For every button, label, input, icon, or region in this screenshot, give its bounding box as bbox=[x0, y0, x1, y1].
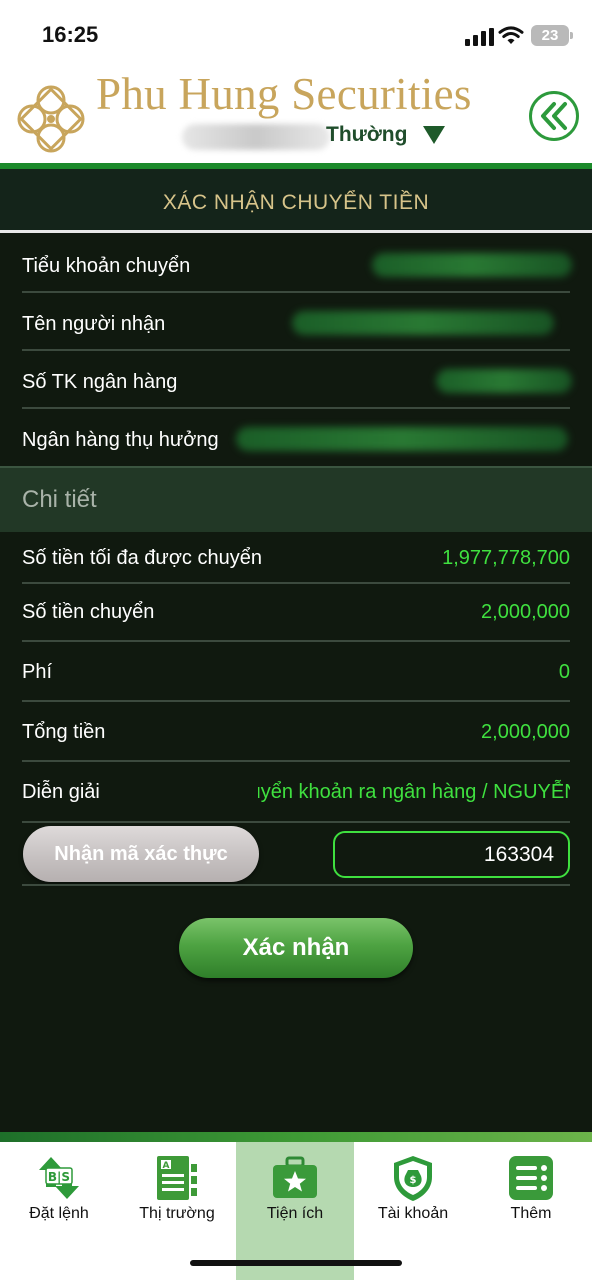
otp-input[interactable]: 163304 bbox=[333, 831, 570, 878]
nav-item-dat-lenh[interactable]: B|S Đặt lệnh bbox=[0, 1142, 118, 1280]
row-divider bbox=[22, 884, 570, 886]
buy-sell-arrows-icon: B|S bbox=[39, 1157, 79, 1199]
row-label: Phí bbox=[22, 661, 53, 683]
app-header: Phu Hung Securities Thường bbox=[0, 62, 592, 164]
row-bank-account-number: Số TK ngân hàng bbox=[0, 351, 592, 409]
bottom-nav-divider bbox=[0, 1132, 592, 1142]
price-board-icon: A bbox=[157, 1156, 197, 1200]
row-recipient-name: Tên người nhận bbox=[0, 293, 592, 351]
page-title-bar: XÁC NHẬN CHUYỂN TIỀN bbox=[0, 169, 592, 233]
row-label: Tổng tiền bbox=[22, 721, 106, 743]
row-label: Diễn giải bbox=[22, 781, 100, 803]
row-max-transfer: Số tiền tối đa được chuyển 1,977,778,700 bbox=[0, 532, 592, 584]
row-label: Số tiền chuyển bbox=[22, 601, 155, 623]
main-content: XÁC NHẬN CHUYỂN TIỀN Tiểu khoản chuyển T… bbox=[0, 169, 592, 1132]
masked-value bbox=[236, 427, 568, 451]
row-total: Tổng tiền 2,000,000 bbox=[0, 702, 592, 762]
nav-label: Thêm bbox=[510, 1205, 552, 1222]
back-button[interactable] bbox=[529, 91, 579, 141]
row-label: Số tiền tối đa được chuyển bbox=[22, 547, 262, 569]
cellular-signal-icon bbox=[465, 28, 495, 46]
nav-label: Tiện ích bbox=[266, 1205, 324, 1222]
nav-label: Đặt lệnh bbox=[29, 1205, 89, 1222]
nav-label: Tài khoản bbox=[377, 1205, 449, 1222]
row-beneficiary-bank: Ngân hàng thụ hưởng bbox=[0, 409, 592, 466]
battery-icon: 23 bbox=[531, 25, 573, 46]
masked-value bbox=[372, 253, 572, 277]
row-label: Ngân hàng thụ hưởng bbox=[22, 429, 219, 451]
account-number-masked[interactable] bbox=[182, 124, 330, 150]
row-description: Diễn giải Chuyển khoản ra ngân hàng / NG… bbox=[0, 762, 592, 824]
row-label: Tiểu khoản chuyển bbox=[22, 255, 191, 277]
status-time: 16:25 bbox=[42, 22, 99, 47]
double-chevron-left-icon bbox=[541, 102, 567, 130]
status-bar: 16:25 23 bbox=[0, 0, 592, 62]
account-type-label[interactable]: Thường bbox=[326, 123, 407, 147]
page-title: XÁC NHẬN CHUYỂN TIỀN bbox=[162, 191, 430, 214]
get-otp-button[interactable]: Nhận mã xác thực bbox=[23, 826, 259, 882]
wifi-icon bbox=[498, 26, 524, 44]
row-fee: Phí 0 bbox=[0, 642, 592, 702]
row-label: Số TK ngân hàng bbox=[22, 371, 178, 393]
shield-money-icon: $ bbox=[394, 1156, 432, 1201]
row-label: Tên người nhận bbox=[22, 313, 166, 335]
toolbox-star-icon bbox=[273, 1156, 317, 1198]
row-value: 0 bbox=[558, 661, 570, 683]
caret-down-icon[interactable] bbox=[423, 126, 445, 144]
confirm-button[interactable]: Xác nhận bbox=[179, 918, 413, 978]
menu-list-icon bbox=[509, 1156, 553, 1200]
row-value: Chuyển khoản ra ngân hàng / NGUYỄN HỒ bbox=[258, 781, 570, 803]
brand-logo bbox=[17, 85, 85, 153]
row-value: 1,977,778,700 bbox=[442, 547, 570, 569]
nav-label: Thị trường bbox=[139, 1205, 215, 1222]
row-transfer-amount: Số tiền chuyển 2,000,000 bbox=[0, 584, 592, 642]
svg-text:A: A bbox=[163, 1161, 170, 1171]
brand-name: Phu Hung Securities bbox=[96, 69, 472, 119]
svg-text:$: $ bbox=[410, 1175, 417, 1186]
row-source-subaccount: Tiểu khoản chuyển bbox=[0, 235, 592, 293]
row-divider bbox=[22, 821, 570, 823]
home-indicator[interactable] bbox=[190, 1260, 402, 1266]
details-section-header: Chi tiết bbox=[0, 466, 592, 532]
section-title: Chi tiết bbox=[22, 486, 97, 513]
description-scroll: Chuyển khoản ra ngân hàng / NGUYỄN HỒ bbox=[258, 779, 570, 809]
masked-value bbox=[292, 311, 554, 335]
nav-item-them[interactable]: Thêm bbox=[472, 1142, 590, 1280]
svg-text:B|S: B|S bbox=[48, 1170, 70, 1184]
masked-value bbox=[436, 369, 572, 393]
row-value: 2,000,000 bbox=[481, 601, 570, 623]
row-value: 2,000,000 bbox=[481, 721, 570, 743]
